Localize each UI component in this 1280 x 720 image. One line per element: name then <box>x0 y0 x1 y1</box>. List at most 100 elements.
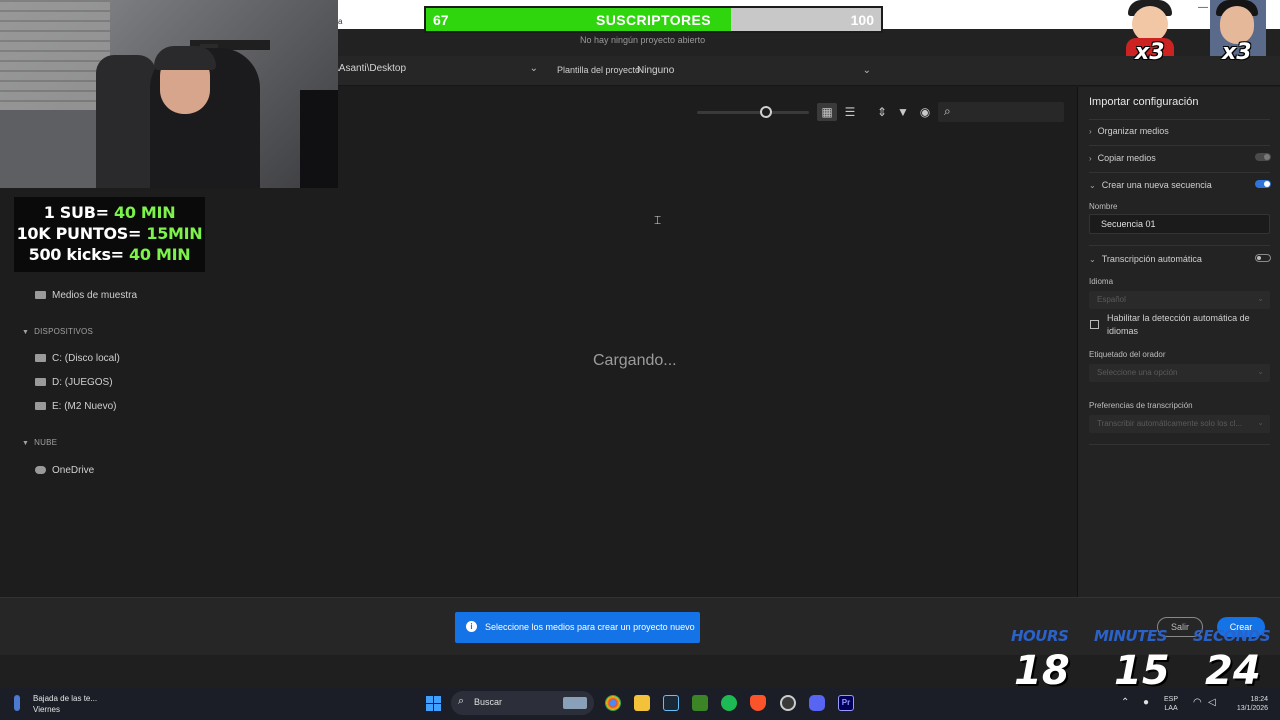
weather-widget[interactable]: Bajada de las te... Viernes <box>33 693 97 715</box>
text-cursor-icon: ⌶ <box>654 213 662 227</box>
divider <box>1089 119 1270 120</box>
location-path-value: \Asanti\Desktop <box>336 63 407 74</box>
multiplier-badge: x3 <box>1222 40 1252 65</box>
toast-message: Seleccione los medios para crear un proy… <box>485 622 695 632</box>
import-settings-panel: Importar configuración › Organizar medios… <box>1077 87 1280 597</box>
chevron-down-icon: ⌄ <box>1257 367 1264 376</box>
sidebar-item-drive-e[interactable]: E: (M2 Nuevo) <box>35 401 116 412</box>
chevron-up-icon[interactable]: ⌃ <box>1121 697 1129 708</box>
search-highlight-icon <box>563 697 587 709</box>
template-select[interactable]: Ninguno ⌄ <box>631 61 877 81</box>
sidebar-item-onedrive[interactable]: OneDrive <box>35 465 94 476</box>
copy-media-row[interactable]: › Copiar medios <box>1089 153 1271 163</box>
steam-icon[interactable] <box>663 695 679 711</box>
create-sequence-row[interactable]: ⌄ Crear una nueva secuencia <box>1089 180 1271 190</box>
brave-icon[interactable] <box>750 695 766 711</box>
search-icon: ⌕ <box>458 695 465 707</box>
title-fragment: a <box>338 17 343 26</box>
bottom-action-bar: i Seleccione los medios para crear un pr… <box>0 597 1280 655</box>
thumbnail-size-slider[interactable] <box>697 111 809 114</box>
eye-icon[interactable]: ◉ <box>915 103 935 121</box>
start-button-icon[interactable] <box>426 696 441 711</box>
info-toast: i Seleccione los medios para crear un pr… <box>455 612 700 643</box>
chevron-down-icon: ⌄ <box>529 63 538 74</box>
create-sequence-toggle[interactable] <box>1255 180 1271 188</box>
subscriber-goal-bar: 67 SUSCRIPTORES 100 <box>424 6 883 33</box>
status-strip <box>0 655 1280 687</box>
filter-icon[interactable]: ▼ <box>893 103 913 121</box>
folder-icon <box>35 378 46 387</box>
organize-media-row[interactable]: › Organizar medios <box>1089 126 1271 136</box>
auto-transcription-toggle[interactable] <box>1255 254 1271 262</box>
divider <box>1089 444 1270 445</box>
panel-title: Importar configuración <box>1089 96 1199 108</box>
minutes-value: 15 <box>1114 648 1170 694</box>
chrome-icon[interactable] <box>605 695 621 711</box>
auto-detect-label: Habilitar la detección automática de idi… <box>1107 313 1250 336</box>
language-select[interactable]: Español ⌄ <box>1089 291 1270 309</box>
copy-media-toggle[interactable] <box>1255 153 1271 161</box>
minimize-button[interactable]: — <box>1198 2 1208 13</box>
windows-taskbar: Bajada de las te... Viernes ⌕ Buscar Pr … <box>0 687 1280 720</box>
chevron-down-icon: ⌄ <box>862 65 871 76</box>
slider-handle[interactable] <box>760 106 772 118</box>
volume-icon[interactable]: ◁ <box>1208 697 1216 708</box>
language-indicator[interactable]: ESP LAA <box>1164 695 1178 713</box>
location-path-select[interactable]: \Asanti\Desktop ⌄ <box>336 63 544 79</box>
seconds-label: SECONDS <box>1193 627 1271 645</box>
minecraft-icon[interactable] <box>692 695 708 711</box>
auto-transcription-row[interactable]: ⌄ Transcripción automática <box>1089 254 1271 264</box>
hours-label: HOURS <box>1011 627 1069 645</box>
wifi-icon[interactable]: ◠ <box>1193 697 1202 708</box>
transcription-prefs-select[interactable]: Transcribir automáticamente solo los cl.… <box>1089 415 1270 433</box>
taskbar-search[interactable]: ⌕ Buscar <box>451 691 594 715</box>
grid-view-icon[interactable]: ▦ <box>817 103 837 121</box>
webcam-overlay <box>0 0 338 188</box>
subscriber-label: SUSCRIPTORES <box>595 12 711 28</box>
sidebar-item-drive-c[interactable]: C: (Disco local) <box>35 353 120 364</box>
webcam-cap <box>154 46 216 70</box>
sidebar-item-drive-d[interactable]: D: (JUEGOS) <box>35 377 113 388</box>
seconds-value: 24 <box>1205 648 1261 694</box>
devices-header[interactable]: ▼ DISPOSITIVOS <box>22 327 93 336</box>
auto-detect-checkbox[interactable] <box>1090 320 1099 329</box>
webcam-monitor <box>300 90 338 188</box>
folder-icon <box>35 291 46 300</box>
chevron-down-icon: ▼ <box>22 440 30 447</box>
spotify-icon[interactable] <box>721 695 737 711</box>
divider <box>1089 172 1270 173</box>
avatar-face <box>1220 6 1254 44</box>
file-explorer-icon[interactable] <box>634 695 650 711</box>
transcription-prefs-label: Preferencias de transcripción <box>1089 401 1193 410</box>
chevron-right-icon: › <box>1089 154 1092 163</box>
media-search-input[interactable]: ⌕ <box>938 102 1064 122</box>
obs-icon[interactable] <box>780 695 796 711</box>
sort-icon[interactable]: ⇕ <box>872 103 892 121</box>
language-label: Idioma <box>1089 277 1114 286</box>
clock[interactable]: 18:24 13/1/2026 <box>1226 695 1268 713</box>
sequence-name-input[interactable]: Secuencia 01 <box>1089 214 1270 234</box>
no-project-text: No hay ningún proyecto abierto <box>580 35 706 45</box>
sidebar-item-sample-media[interactable]: Medios de muestra <box>35 290 137 301</box>
cloud-header[interactable]: ▼ NUBE <box>22 438 57 447</box>
speaker-select[interactable]: Seleccione una opción ⌄ <box>1089 364 1270 382</box>
multiplier-badge: x3 <box>1135 40 1165 65</box>
folder-icon <box>35 402 46 411</box>
chevron-right-icon: › <box>1089 127 1092 136</box>
cloud-icon <box>35 466 46 475</box>
weather-icon[interactable] <box>14 695 20 711</box>
chevron-down-icon: ⌄ <box>1089 181 1096 190</box>
chevron-down-icon: ⌄ <box>1257 294 1264 303</box>
microphone-icon[interactable]: ● <box>1143 697 1149 708</box>
divider <box>1089 145 1270 146</box>
webcam-chair <box>96 55 156 188</box>
list-view-icon[interactable]: ☰ <box>840 103 860 121</box>
premiere-icon[interactable]: Pr <box>838 695 854 711</box>
info-icon: i <box>466 621 477 632</box>
folder-icon <box>35 354 46 363</box>
chevron-down-icon: ⌄ <box>1089 255 1096 264</box>
minutes-label: MINUTES <box>1094 627 1168 645</box>
promo-overlay: 1 SUB= 40 MIN 10K PUNTOS= 15MIN 500 kick… <box>14 197 205 272</box>
discord-icon[interactable] <box>809 695 825 711</box>
speaker-label: Etiquetado del orador <box>1089 350 1166 359</box>
